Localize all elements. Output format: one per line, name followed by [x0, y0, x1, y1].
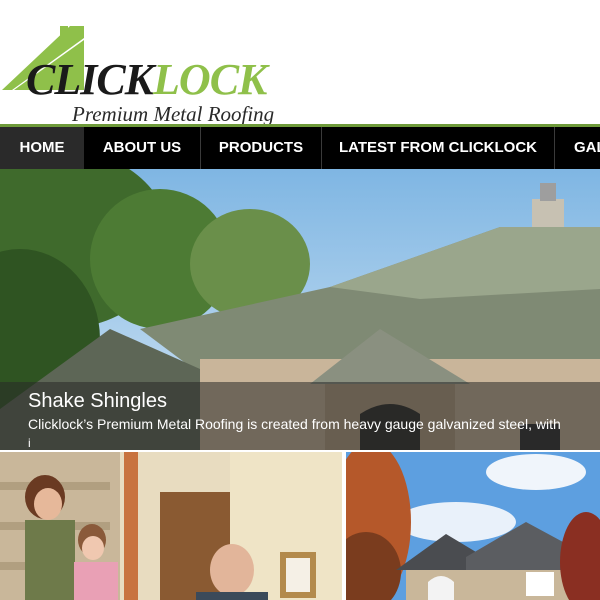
nav-item-about-us[interactable]: ABOUT US — [84, 127, 200, 169]
main-nav: HOME ABOUT US PRODUCTS LATEST FROM CLICK… — [0, 124, 600, 172]
hero-description: Clicklock’s Premium Metal Roofing is cre… — [28, 416, 561, 432]
nav-item-gallery[interactable]: GAL — [555, 127, 600, 169]
hero-description-overflow: i — [28, 436, 31, 450]
site-header: CLICKLOCK Premium Metal Roofing — [0, 0, 600, 126]
logo-word-click: CLICK — [26, 55, 154, 104]
nav-item-products[interactable]: PRODUCTS — [201, 127, 321, 169]
logo-word-lock: LOCK — [153, 55, 267, 104]
house-exterior-tile[interactable] — [346, 452, 600, 600]
nav-item-home[interactable]: HOME — [0, 127, 84, 169]
logo-wordmark: CLICKLOCK — [26, 55, 267, 104]
nav-item-latest-from-clicklock[interactable]: LATEST FROM CLICKLOCK — [322, 127, 554, 169]
clicklock-logo[interactable]: CLICKLOCK Premium Metal Roofing — [0, 18, 330, 126]
hero-title: Shake Shingles — [28, 390, 167, 412]
family-home-tile[interactable] — [0, 452, 342, 600]
